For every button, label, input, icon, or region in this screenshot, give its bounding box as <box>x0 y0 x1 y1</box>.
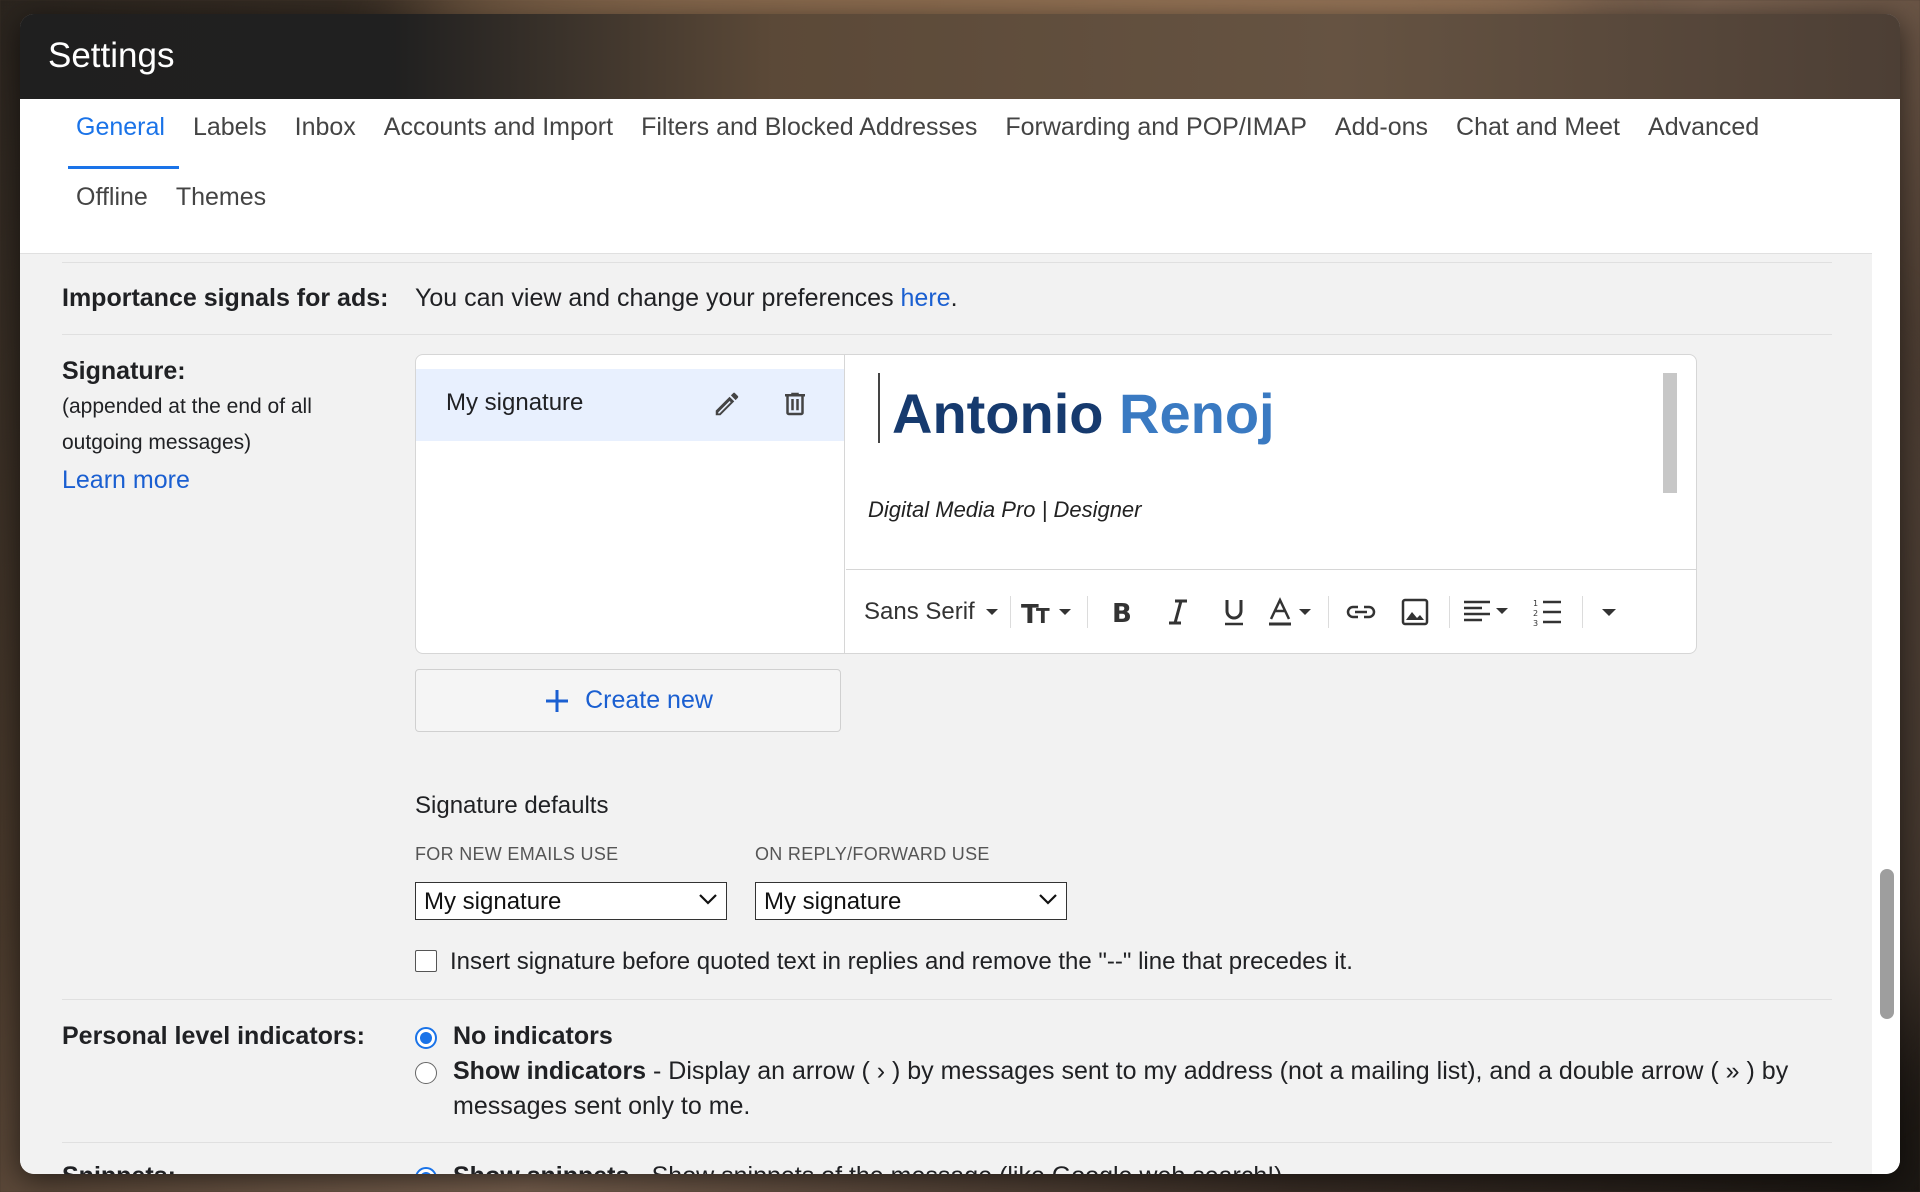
new-emails-label: FOR NEW EMAILS USE <box>415 844 619 864</box>
show-indicators-title: Show indicators <box>453 1057 647 1085</box>
tab-filters-and-blocked-addresses[interactable]: Filters and Blocked Addresses <box>627 99 991 169</box>
reply-forward-value: My signature <box>764 888 902 915</box>
learn-more-link[interactable]: Learn more <box>62 466 190 495</box>
signature-list-item[interactable]: My signature <box>416 369 844 441</box>
svg-text:3: 3 <box>1533 619 1538 626</box>
new-emails-value: My signature <box>424 888 562 915</box>
signature-list: My signature <box>416 355 845 653</box>
importance-desc: You can view and change your preferences <box>415 284 901 312</box>
tab-accounts-and-import[interactable]: Accounts and Import <box>370 99 627 169</box>
tab-general[interactable]: General <box>62 99 179 169</box>
plus-icon <box>546 689 569 712</box>
font-dropdown-arrow-icon[interactable] <box>980 587 1004 637</box>
toolbar-separator <box>1449 595 1450 628</box>
editor-scrollbar[interactable] <box>1663 373 1677 493</box>
toolbar-separator <box>1087 595 1088 628</box>
signature-defaults-title: Signature defaults <box>415 792 609 819</box>
signature-first-name: Antonio <box>892 382 1104 445</box>
font-family-dropdown[interactable]: Sans Serif <box>864 598 980 626</box>
show-snippets-title: Show snippets <box>453 1162 629 1174</box>
signature-item-label: My signature <box>446 389 584 416</box>
tab-advanced[interactable]: Advanced <box>1634 99 1773 169</box>
bold-icon[interactable]: B <box>1094 587 1150 637</box>
chevron-down-icon <box>699 894 717 905</box>
reply-forward-select[interactable]: My signature <box>755 882 1067 920</box>
window-title: Settings <box>20 14 1900 99</box>
page-scrollbar-thumb[interactable] <box>1880 869 1894 1019</box>
signature-name: Antonio Renoj <box>892 381 1275 446</box>
align-icon[interactable] <box>1456 587 1520 637</box>
show-indicators-desc-cont: messages sent only to me. <box>453 1092 751 1120</box>
divider <box>62 334 1832 335</box>
formatting-toolbar: Sans Serif TT B 1 2 3 <box>846 569 1696 653</box>
svg-text:1: 1 <box>1533 599 1538 608</box>
tab-row-1: General Labels Inbox Accounts and Import Fil… <box>62 99 1773 169</box>
show-snippets-label: Show snippets - Show snippets of the mes… <box>453 1162 1289 1174</box>
tab-labels[interactable]: Labels <box>179 99 281 169</box>
divider <box>62 1142 1832 1143</box>
tab-row-2: Offline Themes <box>62 169 280 239</box>
tab-add-ons[interactable]: Add-ons <box>1321 99 1442 169</box>
tab-offline[interactable]: Offline <box>62 169 162 239</box>
signature-label: Signature: <box>62 357 186 385</box>
create-new-button[interactable]: Create new <box>415 669 841 732</box>
italic-icon[interactable] <box>1150 587 1206 637</box>
divider <box>62 999 1832 1000</box>
underline-icon[interactable] <box>1206 587 1262 637</box>
personal-level-label: Personal level indicators: <box>62 1022 365 1050</box>
signature-editor[interactable]: Antonio Renoj Digital Media Pro | Design… <box>846 355 1696 653</box>
tab-forwarding-and-pop-imap[interactable]: Forwarding and POP/IMAP <box>991 99 1321 169</box>
show-snippets-desc: - Show snippets of the message (like Goo… <box>629 1162 1289 1174</box>
signature-editor-box: My signature Antonio Renoj Digital Media… <box>415 354 1697 654</box>
edit-pencil-icon[interactable] <box>712 389 742 424</box>
signature-desc-2: outgoing messages) <box>62 431 252 454</box>
importance-label: Importance signals for ads: <box>62 284 389 312</box>
divider <box>62 262 1832 263</box>
toolbar-separator <box>1328 595 1329 628</box>
insert-before-checkbox[interactable] <box>415 950 437 972</box>
text-color-icon[interactable] <box>1262 587 1322 637</box>
toolbar-separator <box>1010 595 1011 628</box>
settings-tabs: General Labels Inbox Accounts and Import Fil… <box>20 99 1872 254</box>
snippets-label: Snippets: <box>62 1162 176 1174</box>
chevron-down-icon <box>1039 894 1057 905</box>
settings-content: Importance signals for ads: You can view… <box>20 254 1872 1174</box>
svg-text:B: B <box>1112 599 1132 627</box>
trash-icon[interactable] <box>780 389 810 424</box>
settings-window: Settings General Labels Inbox Accounts and … <box>20 14 1900 1174</box>
new-emails-select[interactable]: My signature <box>415 882 727 920</box>
reply-forward-label: ON REPLY/FORWARD USE <box>755 844 990 864</box>
show-indicators-desc: - Display an arrow ( › ) by messages sen… <box>646 1057 1789 1085</box>
importance-period: . <box>950 284 958 312</box>
insert-before-label: Insert signature before quoted text in r… <box>450 948 1353 975</box>
show-indicators-label: Show indicators - Display an arrow ( › )… <box>453 1057 1788 1086</box>
tab-chat-and-meet[interactable]: Chat and Meet <box>1442 99 1634 169</box>
font-size-icon[interactable]: TT <box>1017 587 1081 637</box>
importance-text: You can view and change your preferences… <box>415 284 958 313</box>
signature-tagline: Digital Media Pro | Designer <box>868 497 1142 522</box>
tab-themes[interactable]: Themes <box>162 169 280 239</box>
image-icon[interactable] <box>1387 587 1443 637</box>
text-caret <box>878 373 880 443</box>
tab-inbox[interactable]: Inbox <box>281 99 370 169</box>
create-new-label: Create new <box>585 686 713 714</box>
toolbar-separator <box>1582 595 1583 628</box>
svg-text:T: T <box>1036 604 1050 627</box>
show-indicators-radio[interactable] <box>415 1062 437 1084</box>
no-indicators-label: No indicators <box>453 1022 613 1050</box>
no-indicators-radio[interactable] <box>415 1027 437 1049</box>
numbered-list-icon[interactable]: 123 <box>1520 587 1576 637</box>
show-snippets-radio[interactable] <box>415 1167 437 1174</box>
signature-last-name: Renoj <box>1119 382 1275 445</box>
link-icon[interactable] <box>1335 587 1387 637</box>
more-options-icon[interactable] <box>1589 587 1629 637</box>
svg-text:2: 2 <box>1533 609 1538 618</box>
signature-desc-1: (appended at the end of all <box>62 395 312 418</box>
preferences-link[interactable]: here <box>901 284 951 312</box>
